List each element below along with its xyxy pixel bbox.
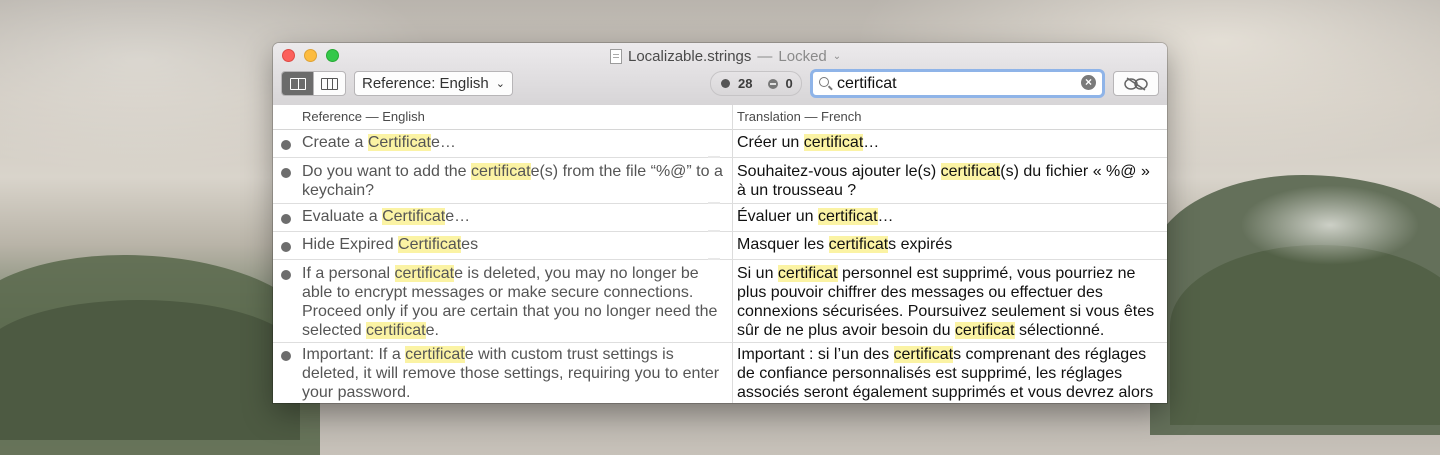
split-view-icon [289,77,306,90]
background-mist [1240,185,1420,265]
reference-text: e… [430,134,456,151]
translation-text: Évaluer un [737,208,818,225]
table-row[interactable]: Do you want to add the certificate(s) fr… [273,156,1167,204]
search-match: certificat [777,265,838,282]
search-match: Certificat [398,236,462,253]
clear-search-icon[interactable]: × [1081,75,1096,90]
column-header-reference[interactable]: Reference — English [302,109,425,124]
search-match: certificat [940,163,1001,180]
reference-text: e… [445,208,471,225]
table-row[interactable]: Important: If a certificate with custom … [273,343,1167,403]
reference-text: e. [425,322,439,339]
three-column-view-button[interactable] [313,72,345,95]
translation-text: … [877,208,894,225]
search-match: certificat [405,346,465,363]
search-match: certificat [893,346,954,363]
reference-cell: Hide Expired Certificates [302,235,730,254]
translation-text: Créer un [737,134,804,151]
string-counts[interactable]: 28 0 [710,71,802,96]
translation-cell[interactable]: Important : si l’un des certificats comp… [737,345,1159,403]
search-field[interactable]: certificat × [810,69,1105,98]
chevron-down-icon: ⌄ [832,50,842,62]
table-header: Reference — English Translation — French [273,105,1167,130]
reference-text: Do you want to add the [302,163,471,180]
search-match: Certificat [382,208,446,225]
title-state: Locked [778,47,827,65]
row-divider [708,258,720,260]
reference-text: Create a [302,134,368,151]
document-icon [610,48,622,64]
search-match: certificat [803,134,864,151]
translation-cell[interactable]: Masquer les certificats expirés [737,235,1159,254]
chevron-down-icon: ⌄ [495,78,505,90]
window-title-text: Localizable.strings [628,47,752,65]
window-title[interactable]: Localizable.strings — Locked ⌄ [610,47,841,65]
view-mode-control [281,71,346,96]
reference-cell: Do you want to add the certificate(s) fr… [302,162,730,200]
reference-cell: Create a Certificate… [302,133,730,152]
search-input[interactable]: certificat [837,74,897,93]
background-hill [0,300,300,440]
reference-text: Important: If a [302,346,406,363]
lock-toggle-button[interactable] [1113,71,1159,96]
search-match: certificat [471,163,531,180]
reference-text: If a personal [302,265,395,282]
translation-cell[interactable]: Si un certificat personnel est supprimé,… [737,264,1159,340]
minimize-button[interactable] [304,49,317,62]
row-divider [708,202,720,204]
search-match: certificat [954,322,1015,339]
search-match: certificat [366,322,426,339]
search-match: Certificat [367,134,431,151]
reference-text: es [461,236,479,253]
strings-table: Create a Certificate… Créer un certifica… [273,130,1167,403]
zoom-button[interactable] [326,49,339,62]
removed-strings-icon [768,78,779,89]
reference-text: Evaluate a [302,208,383,225]
app-window: Localizable.strings — Locked ⌄ Reference… [273,43,1167,403]
translation-cell[interactable]: Souhaitez-vous ajouter le(s) certificat(… [737,162,1159,200]
row-status-icon [281,270,291,280]
split-view-button[interactable] [282,72,313,95]
translation-text: Si un [737,265,778,282]
table-row[interactable]: If a personal certificate is deleted, yo… [273,258,1167,343]
reference-cell: If a personal certificate is deleted, yo… [302,264,730,340]
search-icon [819,77,829,87]
reference-language-label: Reference: English [362,75,489,92]
translation-text: Masquer les [737,236,829,253]
reference-cell: Evaluate a Certificate… [302,207,730,226]
close-button[interactable] [282,49,295,62]
table-row[interactable]: Create a Certificate… Créer un certifica… [273,130,1167,158]
reference-cell: Important: If a certificate with custom … [302,345,730,402]
removed-count: 0 [785,76,793,91]
total-count: 28 [738,76,753,91]
translation-text: sélectionné. [1014,322,1105,339]
search-match: certificat [828,236,889,253]
table-row[interactable]: Evaluate a Certificate… Évaluer un certi… [273,202,1167,232]
row-divider [708,156,720,158]
row-divider [708,230,720,232]
search-match: certificat [394,265,455,282]
row-status-icon [281,214,291,224]
row-status-icon [281,140,291,150]
translation-cell[interactable]: Évaluer un certificat… [737,207,1159,226]
three-column-icon [321,77,338,90]
titlebar: Localizable.strings — Locked ⌄ Reference… [273,43,1167,106]
reference-text: Hide Expired [302,236,399,253]
total-strings-icon [721,79,730,88]
reference-language-popup[interactable]: Reference: English ⌄ [354,71,513,96]
locked-icon [1124,76,1148,91]
translation-text: … [863,134,880,151]
translation-text: Souhaitez-vous ajouter le(s) [737,163,941,180]
row-status-icon [281,242,291,252]
column-header-translation[interactable]: Translation — French [737,109,862,124]
row-status-icon [281,168,291,178]
row-status-icon [281,351,291,361]
translation-text: Important : si l’un des [737,346,894,363]
translation-text: s expirés [888,236,953,253]
title-separator: — [757,47,773,65]
search-match: certificat [817,208,878,225]
table-row[interactable]: Hide Expired Certificates Masquer les ce… [273,230,1167,260]
translation-cell[interactable]: Créer un certificat… [737,133,1159,152]
background-hill [1170,245,1440,425]
